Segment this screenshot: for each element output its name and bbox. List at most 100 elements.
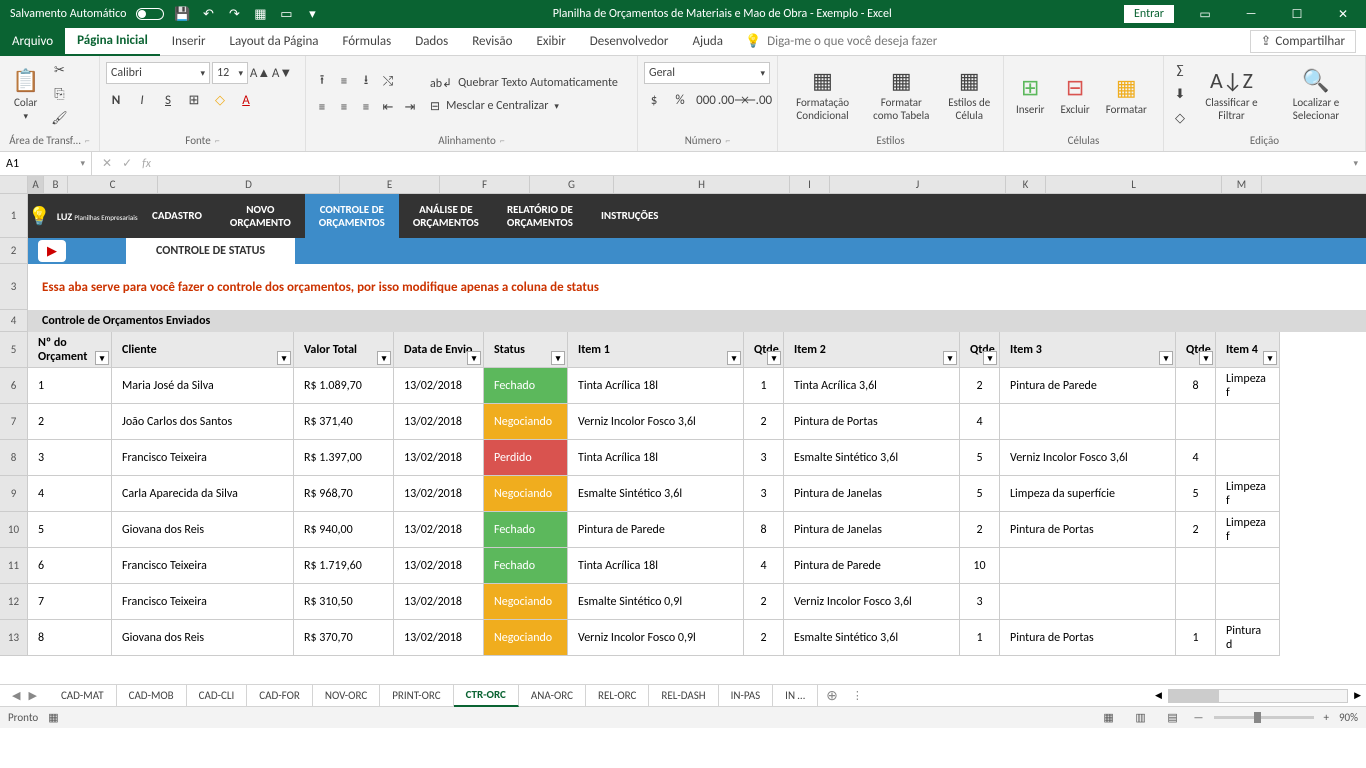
align-bottom-icon[interactable]: ⭳	[356, 72, 376, 92]
undo-icon[interactable]: ↶	[200, 6, 216, 22]
confirm-formula-icon[interactable]: ✓	[122, 156, 132, 171]
touch-icon[interactable]: ▭	[278, 6, 294, 22]
sheet-tab[interactable]: REL-DASH	[649, 685, 718, 707]
cell-styles-button[interactable]: ▦Estilos de Célula	[942, 65, 998, 124]
menu-tab-5[interactable]: INSTRUÇÕES	[587, 194, 672, 238]
select-all-corner[interactable]	[0, 176, 28, 193]
dialog-launcher-icon[interactable]: ⌐	[85, 134, 90, 147]
filter-icon[interactable]: ▾	[95, 351, 109, 365]
orientation-icon[interactable]: ⤭	[378, 72, 398, 92]
redo-icon[interactable]: ↷	[226, 6, 242, 22]
quickprint-icon[interactable]: ▦	[252, 6, 268, 22]
row-header[interactable]: 3	[0, 264, 28, 310]
sheet-tab[interactable]: IN …	[773, 685, 818, 707]
dialog-launcher-icon[interactable]: ⌐	[500, 134, 505, 147]
table-cell[interactable]	[1000, 404, 1176, 440]
table-cell[interactable]: 8	[744, 512, 784, 548]
conditional-format-button[interactable]: ▦Formatação Condicional	[784, 65, 861, 124]
wrap-text-button[interactable]: ab↲Quebrar Texto Automaticamente	[430, 76, 618, 91]
filter-icon[interactable]: ▾	[377, 351, 391, 365]
tab-file[interactable]: Arquivo	[0, 28, 65, 56]
qat-more-icon[interactable]: ▾	[304, 6, 320, 22]
table-cell[interactable]: 4	[960, 404, 1000, 440]
filter-icon[interactable]: ▾	[277, 351, 291, 365]
sheet-tab[interactable]: CAD-CLI	[187, 685, 248, 707]
table-header[interactable]: Qtde▾	[960, 332, 1000, 368]
filter-icon[interactable]: ▾	[1159, 351, 1173, 365]
row-header[interactable]: 6	[0, 368, 28, 404]
table-cell[interactable]: 3	[744, 440, 784, 476]
signin-button[interactable]: Entrar	[1124, 5, 1174, 23]
table-cell[interactable]: Pintura de Janelas	[784, 476, 960, 512]
decrease-indent-icon[interactable]: ⇤	[378, 98, 398, 118]
table-header[interactable]: Status▾	[484, 332, 568, 368]
tab-view[interactable]: Exibir	[524, 28, 577, 56]
font-name-combo[interactable]: Calibri▾	[106, 62, 210, 84]
percent-icon[interactable]: %	[670, 90, 690, 110]
tellme-search[interactable]: 💡 Diga-me o que você deseja fazer	[745, 34, 937, 49]
increase-indent-icon[interactable]: ⇥	[400, 98, 420, 118]
minimize-icon[interactable]: —	[1228, 0, 1274, 28]
row-header[interactable]: 12	[0, 584, 28, 620]
tab-layout[interactable]: Layout da Página	[218, 28, 331, 56]
sheet-tab[interactable]: REL-ORC	[586, 685, 649, 707]
table-cell[interactable]: 5	[1176, 476, 1216, 512]
table-cell[interactable]	[1216, 548, 1280, 584]
zoom-level[interactable]: 90%	[1339, 711, 1358, 724]
comma-icon[interactable]: 000	[696, 90, 716, 110]
menu-tab-1[interactable]: NOVOORÇAMENTO	[216, 194, 305, 238]
table-cell[interactable]: Esmalte Sintético 3,6l	[568, 476, 744, 512]
table-cell[interactable]: 13/02/2018	[394, 512, 484, 548]
table-cell[interactable]: João Carlos dos Santos	[112, 404, 294, 440]
table-cell[interactable]: R$ 1.719,60	[294, 548, 394, 584]
table-cell[interactable]: Limpeza f	[1216, 368, 1280, 404]
table-cell[interactable]: 7	[28, 584, 112, 620]
sheet-tab[interactable]: CAD-FOR	[247, 685, 313, 707]
format-painter-icon[interactable]: 🖌	[49, 109, 69, 129]
table-cell[interactable]: 2	[744, 620, 784, 656]
align-left-icon[interactable]: ≡	[312, 98, 332, 118]
col-header-I[interactable]: I	[790, 176, 830, 193]
fill-color-icon[interactable]: ◇	[210, 90, 230, 110]
row-header[interactable]: 1	[0, 194, 28, 238]
table-cell[interactable]: 13/02/2018	[394, 620, 484, 656]
tab-review[interactable]: Revisão	[460, 28, 524, 56]
table-cell[interactable]: Tinta Acrílica 18l	[568, 368, 744, 404]
col-header-M[interactable]: M	[1222, 176, 1262, 193]
close-icon[interactable]: ✕	[1320, 0, 1366, 28]
table-cell[interactable]: 3	[744, 476, 784, 512]
table-cell[interactable]: 13/02/2018	[394, 440, 484, 476]
table-cell[interactable]: 1	[28, 368, 112, 404]
row-header[interactable]: 11	[0, 548, 28, 584]
view-break-icon[interactable]: ▤	[1162, 711, 1184, 724]
sheet-tab[interactable]: CTR-ORC	[454, 685, 519, 707]
filter-icon[interactable]: ▾	[1199, 351, 1213, 365]
cancel-formula-icon[interactable]: ✕	[102, 156, 112, 171]
filter-icon[interactable]: ▾	[467, 351, 481, 365]
table-cell[interactable]: Francisco Teixeira	[112, 440, 294, 476]
save-icon[interactable]: 💾	[174, 6, 190, 22]
sheet-tab[interactable]: PRINT-ORC	[380, 685, 453, 707]
table-cell[interactable]: R$ 968,70	[294, 476, 394, 512]
table-header[interactable]: Qtde▾	[1176, 332, 1216, 368]
col-header-F[interactable]: F	[440, 176, 530, 193]
view-layout-icon[interactable]: ▥	[1130, 711, 1152, 724]
table-header[interactable]: Valor Total▾	[294, 332, 394, 368]
filter-icon[interactable]: ▾	[1263, 351, 1277, 365]
table-cell[interactable]: 4	[28, 476, 112, 512]
table-cell[interactable]: Giovana dos Reis	[112, 512, 294, 548]
zoom-slider[interactable]	[1214, 716, 1314, 719]
table-cell[interactable]: 5	[960, 440, 1000, 476]
dialog-launcher-icon[interactable]: ⌐	[215, 134, 220, 147]
table-cell[interactable]: Negociando	[484, 404, 568, 440]
table-cell[interactable]: Limpeza f	[1216, 476, 1280, 512]
table-cell[interactable]: 1	[1176, 620, 1216, 656]
col-header-D[interactable]: D	[158, 176, 340, 193]
table-cell[interactable]: Esmalte Sintético 3,6l	[784, 440, 960, 476]
col-header-J[interactable]: J	[830, 176, 1006, 193]
row-header[interactable]: 4	[0, 310, 28, 332]
table-cell[interactable]: R$ 310,50	[294, 584, 394, 620]
table-cell[interactable]	[1000, 584, 1176, 620]
expand-formula-icon[interactable]: ▾	[1345, 158, 1366, 169]
format-cells-button[interactable]: ▦Formatar	[1100, 72, 1153, 118]
